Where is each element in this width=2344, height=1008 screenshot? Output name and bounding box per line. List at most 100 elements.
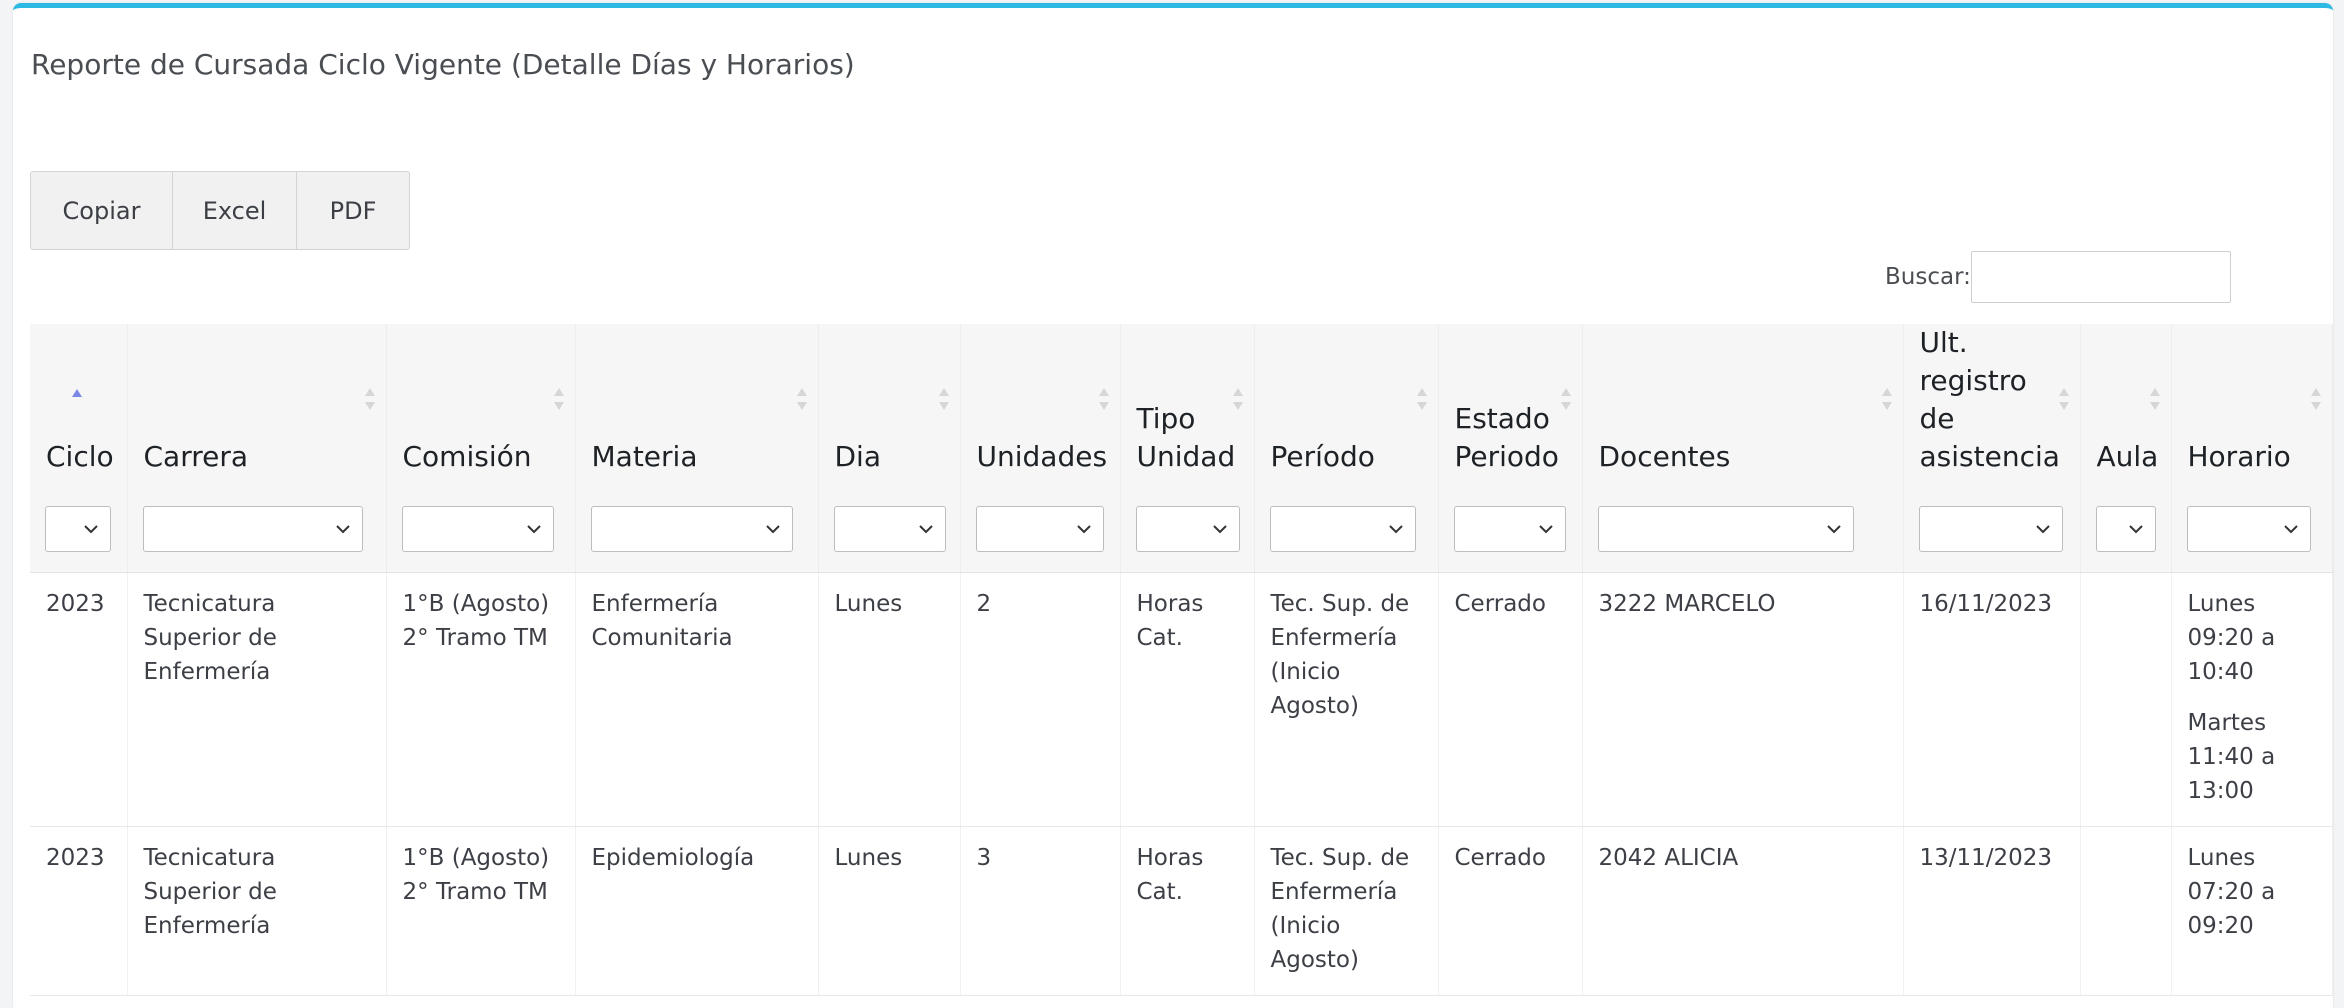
cell-aula [2080,826,2172,996]
column-header-label: Ult. registro de asistencia [1919,326,2060,473]
search-input[interactable] [1971,251,2231,303]
cell-periodo: Tec. Sup. de Enfermería (Inicio Agosto) [1254,572,1439,827]
cell-unidades: 3 [960,826,1121,996]
chevron-down-icon [84,525,98,534]
column-header-tipo-unidad[interactable]: Tipo Unidad [1120,324,1255,494]
column-header-label: Aula [2096,440,2159,473]
search-label: Buscar: [1885,264,1971,290]
column-header-materia[interactable]: Materia [575,324,819,494]
report-card: Reporte de Cursada Ciclo Vigente (Detall… [13,3,2333,1008]
cell-materia: Epidemiología [575,826,819,996]
filter-select-unidades[interactable] [975,506,1104,552]
column-header-ciclo[interactable]: Ciclo [30,324,128,494]
table-row[interactable]: 2023 Tecnicatura Superior de Enfermería 1°… [30,572,2333,827]
filter-select-docentes[interactable] [1597,506,1854,552]
sort-icon [2310,388,2321,410]
schedule-line: 09:20 [2187,912,2254,939]
column-header-docentes[interactable]: Docentes [1582,324,1904,494]
column-header-estado-periodo[interactable]: Estado Periodo [1438,324,1583,494]
sort-icon [938,388,949,410]
column-header-horario[interactable]: Horario [2171,324,2333,494]
filter-select-horario[interactable] [2186,506,2311,552]
filter-select-tipo-unidad[interactable] [1135,506,1240,552]
schedule-line: Lunes [2187,844,2256,871]
cell-ciclo: 2023 [30,572,128,827]
chevron-down-icon [526,525,541,534]
sort-icon [796,388,807,410]
filter-cell [1438,494,1583,573]
cell-docentes: 3222 MARCELO [1582,572,1904,827]
filter-select-dia[interactable] [833,506,946,552]
sort-icon [1560,388,1571,410]
filter-select-materia[interactable] [590,506,793,552]
schedule-line: 13:00 [2187,777,2254,804]
cell-horario: Lunes 07:20 a 09:20 [2171,826,2333,996]
filter-select-ult-registro-de-asistencia[interactable] [1918,506,2063,552]
filter-cell [1903,494,2081,573]
chevron-down-icon [765,525,780,534]
column-header-unidades[interactable]: Unidades [960,324,1121,494]
chevron-down-icon [918,525,933,534]
schedule-block: Lunes 09:20 a 10:40 [2188,587,2316,689]
schedule-line: 11:40 a [2187,743,2276,770]
filter-cell [30,494,128,573]
sort-icon [1881,388,1892,410]
copy-button[interactable]: Copiar [30,171,173,250]
filter-select-ciclo[interactable] [45,506,111,552]
column-header-label: Estado Periodo [1454,402,1559,473]
filter-select-estado-periodo[interactable] [1453,506,1566,552]
column-header-aula[interactable]: Aula [2080,324,2172,494]
sort-icon [364,388,375,410]
schedule-line: 10:40 [2187,658,2254,685]
sort-icon [1098,388,1109,410]
sort-icon [553,388,564,410]
comision-line: 1°B (Agosto) [402,590,550,617]
cell-comision: 1°B (Agosto) 2° Tramo TM [386,826,576,996]
filter-select-comision[interactable] [401,506,554,552]
pdf-button[interactable]: PDF [296,171,410,250]
chevron-down-icon [335,525,350,534]
sort-ascending-icon [72,389,82,397]
chevron-down-icon [2035,525,2050,534]
schedule-line: 07:20 a [2187,878,2276,905]
table-row[interactable]: 2023 Tecnicatura Superior de Enfermería 1°… [30,826,2333,996]
filter-select-carrera[interactable] [142,506,363,552]
export-button-group: Copiar Excel PDF [30,171,410,250]
report-table: Ciclo Carrera Comisión Materia Dia Unidades Ti… [30,324,2333,996]
cell-tipo-unidad: Horas Cat. [1120,572,1255,827]
cell-ult-registro: 13/11/2023 [1903,826,2081,996]
cell-estado-periodo: Cerrado [1438,572,1583,827]
column-header-ult-registro-de-asistencia[interactable]: Ult. registro de asistencia [1903,324,2081,494]
cell-horario: Lunes 09:20 a 10:40 Martes 11:40 a 13:00 [2171,572,2333,827]
cell-periodo: Tec. Sup. de Enfermería (Inicio Agosto) [1254,826,1439,996]
chevron-down-icon [1388,525,1403,534]
cell-comision: 1°B (Agosto) 2° Tramo TM [386,572,576,827]
table-header-row: Ciclo Carrera Comisión Materia Dia Unidades Ti… [30,324,2333,494]
filter-select-aula[interactable] [2095,506,2156,552]
chevron-down-icon [2283,525,2298,534]
schedule-line: Martes [2187,709,2267,736]
cell-ult-registro: 16/11/2023 [1903,572,2081,827]
column-header-carrera[interactable]: Carrera [127,324,387,494]
cell-docentes: 2042 ALICIA [1582,826,1904,996]
cell-materia: Enfermería Comunitaria [575,572,819,827]
column-header-periodo[interactable]: Período [1254,324,1439,494]
chevron-down-icon [1826,525,1841,534]
column-header-comision[interactable]: Comisión [386,324,576,494]
sort-icon [2058,388,2069,410]
filter-cell [575,494,819,573]
column-header-label: Dia [834,440,882,473]
filter-select-periodo[interactable] [1269,506,1416,552]
schedule-line: Lunes [2187,590,2256,617]
comision-line: 1°B (Agosto) [402,844,550,871]
cell-dia: Lunes [818,826,961,996]
filter-cell [386,494,576,573]
chevron-down-icon [2128,525,2143,534]
column-header-label: Comisión [402,440,532,473]
column-header-dia[interactable]: Dia [818,324,961,494]
schedule-line: 09:20 a [2187,624,2276,651]
cell-carrera: Tecnicatura Superior de Enfermería [127,572,387,827]
chevron-down-icon [1076,525,1091,534]
excel-button[interactable]: Excel [172,171,297,250]
column-header-label: Docentes [1598,440,1731,473]
